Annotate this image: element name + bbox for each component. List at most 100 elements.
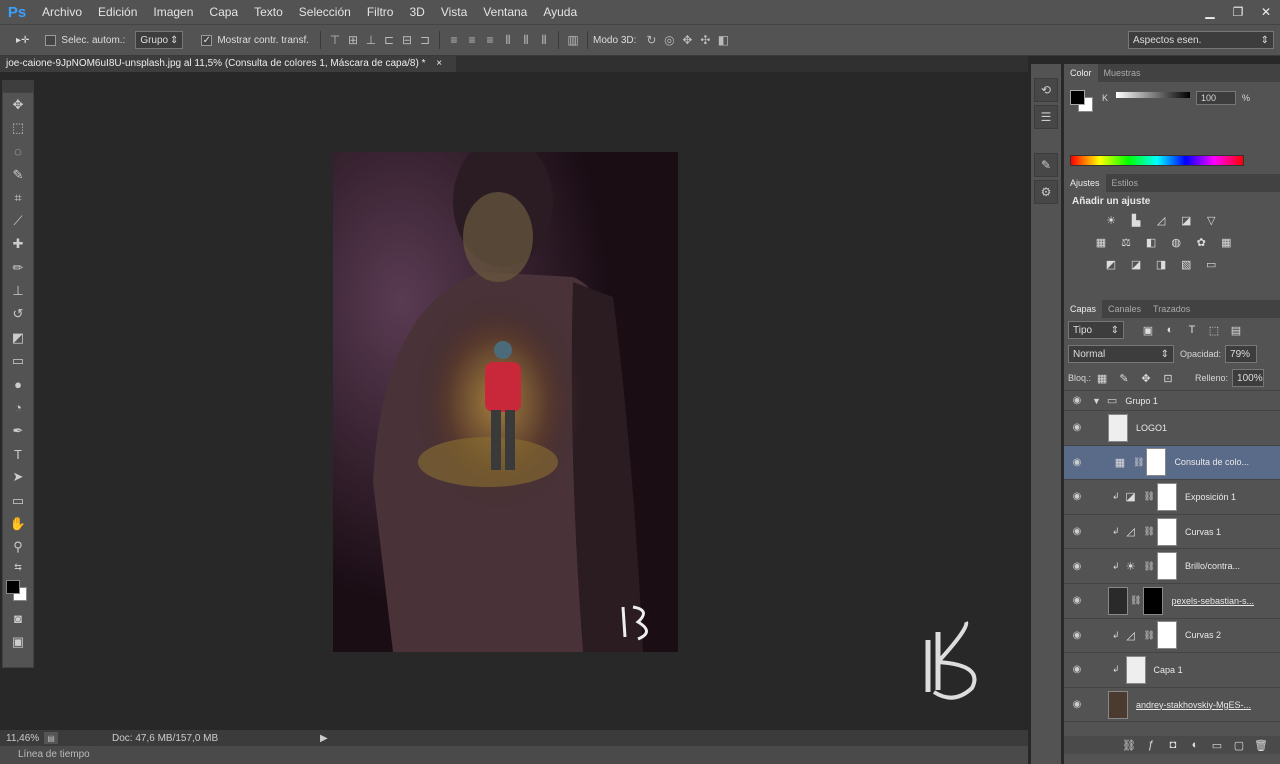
layer-row[interactable]: ◉ ↲ ◿ ⛓ Curvas 1 <box>1064 515 1280 550</box>
align-top-icon[interactable]: ⊤ <box>326 31 344 49</box>
pen-tool-icon[interactable]: ✒ <box>3 419 33 442</box>
menu-ayuda[interactable]: Ayuda <box>535 0 585 24</box>
visibility-eye-icon[interactable]: ◉ <box>1064 395 1090 406</box>
link-layers-icon[interactable]: ⛓ <box>1121 738 1137 752</box>
checkbox-icon[interactable] <box>45 34 57 46</box>
layer-mask-thumbnail[interactable] <box>1146 448 1167 477</box>
brightness-icon[interactable]: ☀ <box>1103 213 1119 227</box>
auto-select-dropdown[interactable]: Grupo ⇕ <box>135 31 184 49</box>
default-colors-icon[interactable]: ⇆ <box>3 559 33 577</box>
posterize-icon[interactable]: ◪ <box>1128 257 1144 271</box>
restore-button[interactable]: ❐ <box>1224 2 1252 22</box>
auto-select-checkbox[interactable]: Selec. autom.: <box>45 30 125 50</box>
healing-tool-icon[interactable]: ✚ <box>3 233 33 256</box>
brush-tool-icon[interactable]: ✏ <box>3 256 33 279</box>
filter-adjust-icon[interactable]: ◐ <box>1162 323 1178 337</box>
tab-paths[interactable]: Trazados <box>1147 300 1196 318</box>
align-bottom-icon[interactable]: ⊥ <box>362 31 380 49</box>
align-left-icon[interactable]: ⊏ <box>380 31 398 49</box>
slide-3d-icon[interactable]: ✣ <box>696 31 714 49</box>
filter-type-icon[interactable]: T <box>1184 323 1200 337</box>
history-brush-tool-icon[interactable]: ↺ <box>3 303 33 326</box>
tab-channels[interactable]: Canales <box>1102 300 1147 318</box>
lock-transparent-icon[interactable]: ▦ <box>1094 371 1110 385</box>
tab-swatches[interactable]: Muestras <box>1098 64 1147 82</box>
fg-swatch[interactable] <box>1070 90 1085 105</box>
fill-field[interactable]: 100% <box>1232 369 1265 387</box>
document-tab[interactable]: joe-caione-9JpNOM6uI8U-unsplash.jpg al 1… <box>0 56 456 72</box>
color-spectrum[interactable] <box>1070 155 1244 166</box>
layer-row[interactable]: ◉ LOGO1 <box>1064 411 1280 446</box>
link-icon[interactable]: ⛓ <box>1144 561 1155 572</box>
properties-panel-icon[interactable]: ☰ <box>1034 105 1058 129</box>
selective-color-icon[interactable]: ▭ <box>1203 257 1219 271</box>
quick-mask-icon[interactable]: ◙ <box>3 607 33 630</box>
visibility-eye-icon[interactable]: ◉ <box>1064 699 1090 710</box>
levels-icon[interactable]: ▙ <box>1128 213 1144 227</box>
exposure-icon[interactable]: ◪ <box>1178 213 1194 227</box>
distribute-top-icon[interactable]: ≡ <box>445 31 463 49</box>
threshold-icon[interactable]: ◨ <box>1153 257 1169 271</box>
add-mask-icon[interactable]: ◘ <box>1165 738 1181 752</box>
distribute-right-icon[interactable]: ⫴ <box>535 31 553 49</box>
path-select-tool-icon[interactable]: ➤ <box>3 466 33 489</box>
layer-row[interactable]: ◉ ↲ ◿ ⛓ Curvas 2 <box>1064 619 1280 654</box>
tab-layers[interactable]: Capas <box>1064 300 1103 318</box>
filter-smart-icon[interactable]: ▤ <box>1228 323 1244 337</box>
delete-layer-icon[interactable]: 🗑 <box>1253 738 1269 752</box>
filter-pixel-icon[interactable]: ▣ <box>1140 323 1156 337</box>
workspace-dropdown[interactable]: Aspectos esen. ⇕ <box>1128 31 1274 49</box>
layer-row[interactable]: ◉ ↲ ◪ ⛓ Exposición 1 <box>1064 480 1280 515</box>
layer-mask-thumbnail[interactable] <box>1156 621 1177 650</box>
blur-tool-icon[interactable]: ● <box>3 373 33 396</box>
menu-3d[interactable]: 3D <box>401 0 432 24</box>
kind-filter[interactable]: Tipo ⇕ <box>1068 321 1124 339</box>
distribute-bottom-icon[interactable]: ≡ <box>481 31 499 49</box>
curves-icon[interactable]: ◿ <box>1153 213 1169 227</box>
visibility-eye-icon[interactable]: ◉ <box>1064 561 1090 572</box>
new-adjustment-icon[interactable]: ◐ <box>1187 738 1203 752</box>
close-button[interactable]: ✕ <box>1252 2 1280 22</box>
visibility-eye-icon[interactable]: ◉ <box>1064 595 1090 606</box>
lasso-tool-icon[interactable]: ◌ <box>3 140 33 163</box>
new-layer-icon[interactable]: ▢ <box>1231 738 1247 752</box>
link-icon[interactable]: ⛓ <box>1144 630 1155 641</box>
shape-tool-icon[interactable]: ▭ <box>3 489 33 512</box>
type-tool-icon[interactable]: T <box>3 442 33 465</box>
menu-edicion[interactable]: Edición <box>90 0 145 24</box>
link-icon[interactable]: ⛓ <box>1130 595 1141 606</box>
zoom-level[interactable]: 11,46% <box>6 733 44 744</box>
layer-mask-thumbnail[interactable] <box>1156 482 1177 511</box>
layer-row[interactable]: ◉ ▼ ▭ Grupo 1 <box>1064 391 1280 411</box>
vibrance-icon[interactable]: ▽ <box>1203 213 1219 227</box>
lock-position-icon[interactable]: ✥ <box>1138 371 1154 385</box>
opacity-field[interactable]: 79% <box>1225 345 1258 363</box>
visibility-eye-icon[interactable]: ◉ <box>1064 630 1090 641</box>
distribute-hcenter-icon[interactable]: ⫴ <box>517 31 535 49</box>
stamp-tool-icon[interactable]: ⊥ <box>3 279 33 302</box>
layer-row[interactable]: ◉ andrey-stakhovskiy-MgES-... <box>1064 688 1280 723</box>
tab-adjustments[interactable]: Ajustes <box>1064 174 1106 192</box>
hue-sat-icon[interactable]: ▦ <box>1093 235 1109 249</box>
group-expand-icon[interactable]: ▼ <box>1092 396 1101 406</box>
lock-pixels-icon[interactable]: ✎ <box>1116 371 1132 385</box>
layer-mask-thumbnail[interactable] <box>1156 552 1177 581</box>
visibility-eye-icon[interactable]: ◉ <box>1064 526 1090 537</box>
menu-imagen[interactable]: Imagen <box>145 0 201 24</box>
rotate-3d-icon[interactable]: ↻ <box>642 31 660 49</box>
visibility-eye-icon[interactable]: ◉ <box>1064 457 1090 468</box>
visibility-eye-icon[interactable]: ◉ <box>1064 491 1090 502</box>
k-slider[interactable] <box>1116 92 1190 98</box>
show-transform-checkbox[interactable]: ✓ Mostrar contr. transf. <box>201 30 309 50</box>
align-vcenter-icon[interactable]: ⊞ <box>344 31 362 49</box>
layer-row[interactable]: ◉ ↲ ☀ ⛓ Brillo/contra... <box>1064 549 1280 584</box>
menu-texto[interactable]: Texto <box>246 0 291 24</box>
link-icon[interactable]: ⛓ <box>1133 457 1144 468</box>
roll-3d-icon[interactable]: ◎ <box>660 31 678 49</box>
move-tool-icon[interactable]: ▸✛ <box>16 30 29 50</box>
new-group-icon[interactable]: ▭ <box>1209 738 1225 752</box>
menu-capa[interactable]: Capa <box>201 0 246 24</box>
tab-close-icon[interactable]: × <box>436 58 442 69</box>
tool-presets-icon[interactable]: ⚙ <box>1034 180 1058 204</box>
menu-seleccion[interactable]: Selección <box>291 0 359 24</box>
